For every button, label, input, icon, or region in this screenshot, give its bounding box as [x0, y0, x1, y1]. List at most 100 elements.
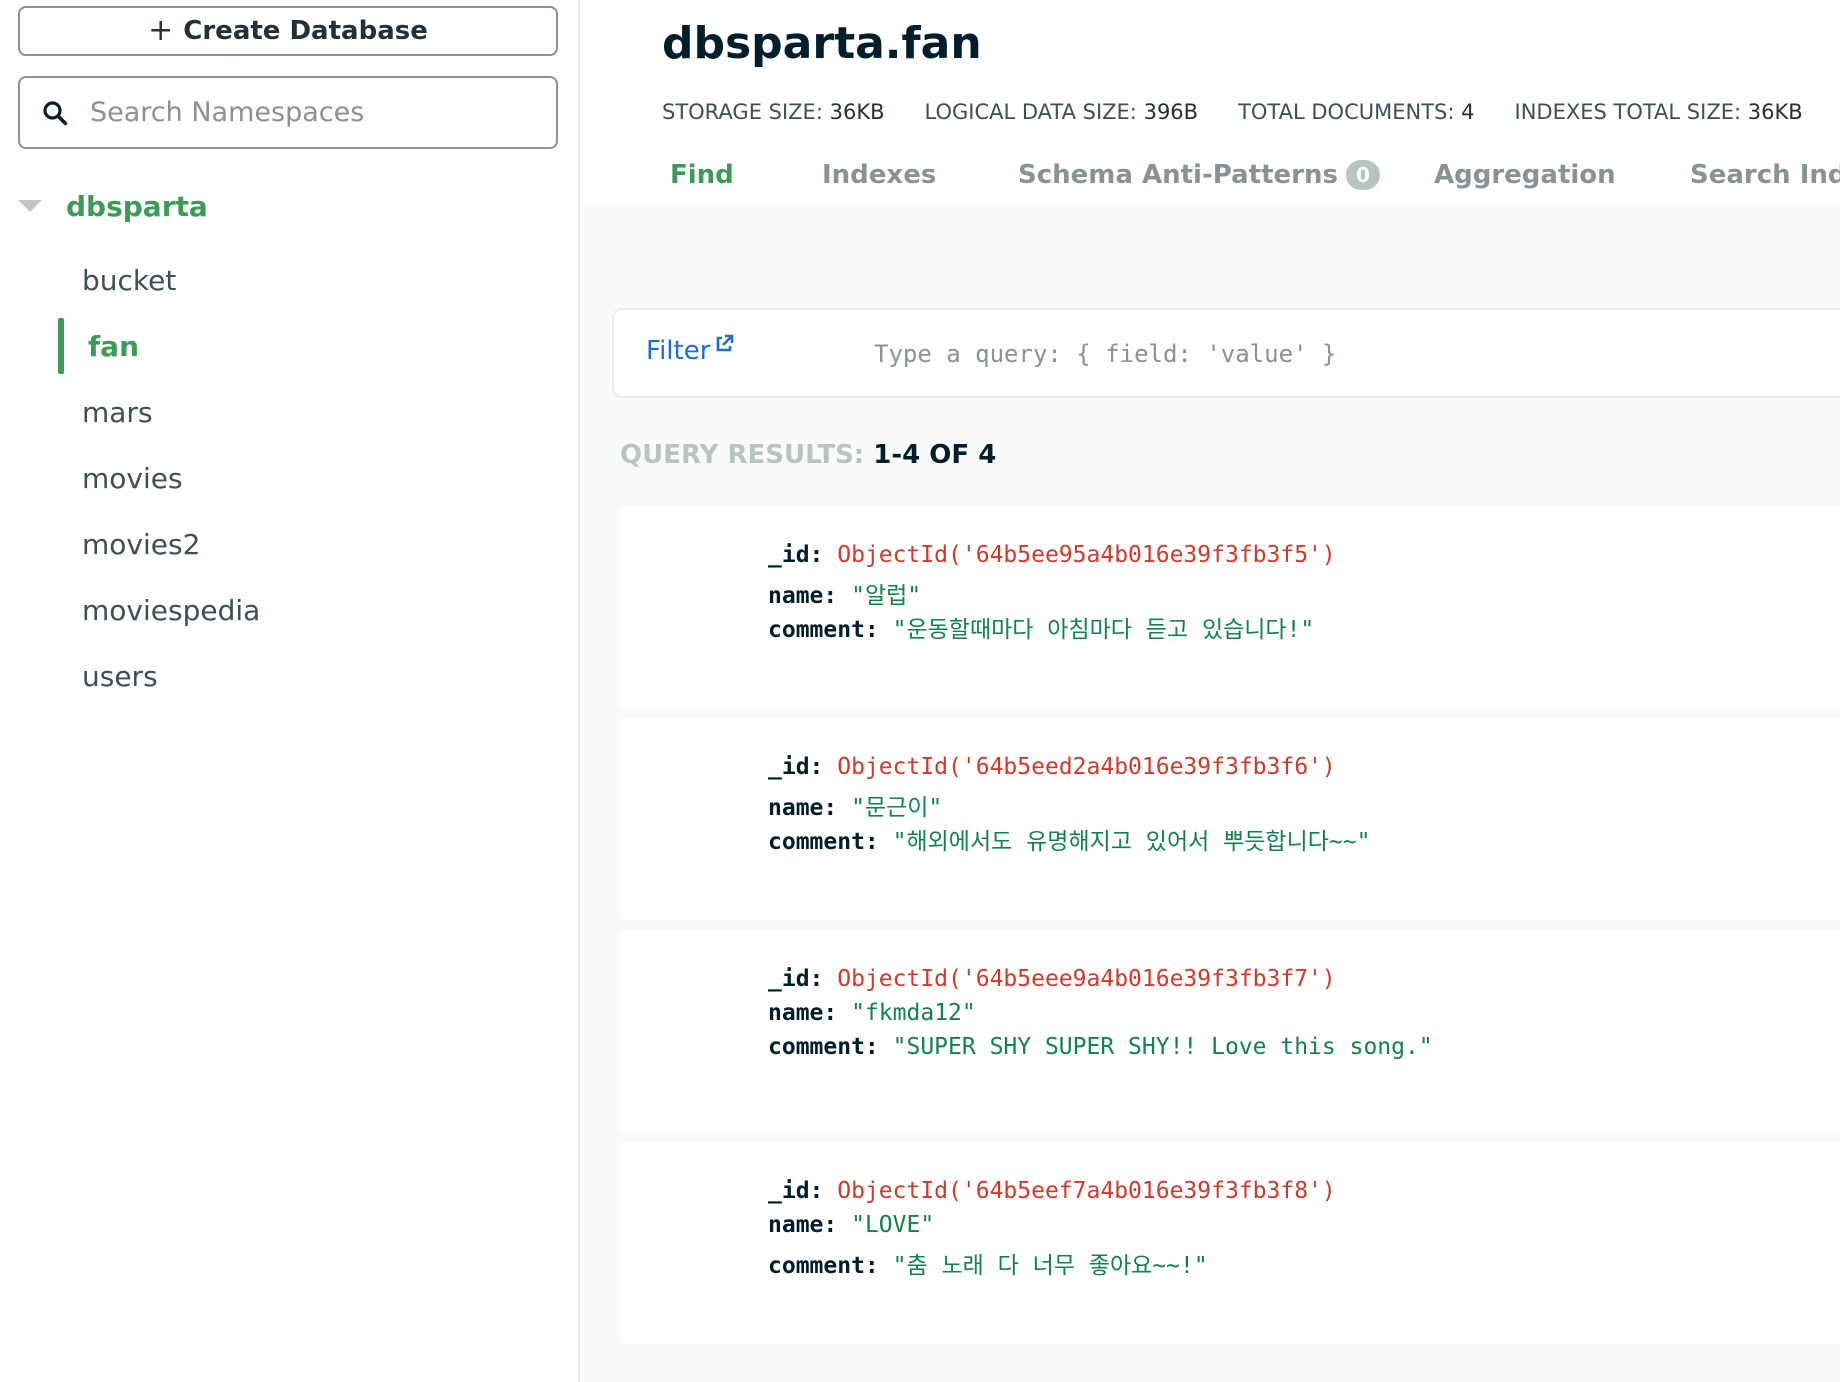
stat-logical-data-size: LOGICAL DATA SIZE: 396B	[925, 100, 1199, 124]
stat-value: 4	[1461, 100, 1475, 124]
count-badge: 0	[1345, 160, 1380, 190]
field-key: name:	[768, 1212, 838, 1238]
field-key: _id:	[768, 754, 824, 780]
stat-total-documents: TOTAL DOCUMENTS: 4	[1238, 100, 1474, 124]
document-card[interactable]: _id: ObjectId('64b5eef7a4b016e39f3fb3f8'…	[620, 1142, 1840, 1344]
stat-storage-size: STORAGE SIZE: 36KB	[662, 100, 885, 124]
string-value: "LOVE"	[851, 1212, 935, 1238]
sidebar: + Create Database dbsparta bucket fan ma…	[0, 0, 580, 1382]
tab-aggregation[interactable]: Aggregation	[1434, 160, 1616, 190]
create-database-button[interactable]: + Create Database	[18, 6, 558, 56]
document-card[interactable]: _id: ObjectId('64b5ee95a4b016e39f3fb3f5'…	[620, 506, 1840, 708]
tab-bar: Find Indexes Schema Anti-Patterns 0 Aggr…	[582, 160, 1840, 204]
field-key: _id:	[768, 542, 824, 568]
objectid-value: ObjectId('64b5eed2a4b016e39f3fb3f6')	[837, 754, 1336, 780]
filter-query-input[interactable]	[874, 340, 1774, 368]
field-name: name: "문근이"	[768, 788, 942, 822]
collection-label: mars	[82, 395, 153, 429]
tab-label: Indexes	[822, 160, 937, 190]
document-card[interactable]: _id: ObjectId('64b5eee9a4b016e39f3fb3f7'…	[620, 930, 1840, 1132]
sidebar-item-moviespedia[interactable]: moviespedia	[58, 582, 558, 638]
field-id: _id: ObjectId('64b5eee9a4b016e39f3fb3f7'…	[768, 966, 1336, 992]
stat-label: INDEXES TOTAL SIZE:	[1514, 100, 1742, 124]
string-value: "운동할때마다 아침마다 듣고 있습니다!"	[892, 617, 1315, 643]
create-database-label: Create Database	[183, 16, 428, 46]
field-comment: comment: "춤 노래 다 너무 좋아요~~!"	[768, 1246, 1208, 1280]
field-key: comment:	[768, 829, 879, 855]
field-key: comment:	[768, 1253, 879, 1279]
field-id: _id: ObjectId('64b5eef7a4b016e39f3fb3f8'…	[768, 1178, 1336, 1204]
string-value: "알럽"	[851, 583, 922, 609]
collection-label: movies	[82, 461, 183, 495]
collection-label: fan	[88, 329, 140, 363]
collection-label: bucket	[82, 263, 177, 297]
tab-schema-anti-patterns[interactable]: Schema Anti-Patterns 0	[1018, 160, 1380, 190]
caret-down-icon[interactable]	[18, 200, 42, 212]
field-id: _id: ObjectId('64b5eed2a4b016e39f3fb3f6'…	[768, 754, 1336, 780]
search-namespaces-box[interactable]	[18, 76, 558, 149]
objectid-value: ObjectId('64b5eee9a4b016e39f3fb3f7')	[837, 966, 1336, 992]
stat-value: 396B	[1143, 100, 1199, 124]
field-name: name: "알럽"	[768, 576, 921, 610]
field-key: name:	[768, 795, 838, 821]
sidebar-item-movies[interactable]: movies	[58, 450, 558, 506]
plus-icon: +	[148, 13, 174, 48]
string-value: "춤 노래 다 너무 좋아요~~!"	[892, 1253, 1208, 1279]
tab-find[interactable]: Find	[670, 160, 734, 190]
string-value: "문근이"	[851, 795, 943, 821]
filter-link[interactable]: Filter	[646, 334, 734, 366]
filter-label: Filter	[646, 336, 711, 366]
field-key: _id:	[768, 966, 824, 992]
external-link-icon	[717, 334, 734, 352]
stat-label: TOTAL DOCUMENTS:	[1238, 100, 1455, 124]
string-value: "fkmda12"	[851, 1000, 976, 1026]
field-comment: comment: "SUPER SHY SUPER SHY!! Love thi…	[768, 1034, 1433, 1060]
field-key: name:	[768, 583, 838, 609]
sidebar-item-bucket[interactable]: bucket	[58, 252, 558, 308]
tab-label: Schema Anti-Patterns	[1018, 160, 1338, 190]
field-comment: comment: "운동할때마다 아침마다 듣고 있습니다!"	[768, 610, 1314, 644]
search-namespaces-input[interactable]	[90, 97, 530, 128]
field-name: name: "fkmda12"	[768, 1000, 976, 1026]
query-results-summary: QUERY RESULTS: 1-4 OF 4	[620, 440, 996, 470]
sidebar-item-fan[interactable]: fan	[58, 318, 558, 374]
field-key: name:	[768, 1000, 838, 1026]
results-label: QUERY RESULTS:	[620, 440, 865, 470]
collection-label: moviespedia	[82, 593, 261, 627]
sidebar-item-mars[interactable]: mars	[58, 384, 558, 440]
field-key: _id:	[768, 1178, 824, 1204]
tab-label: Search Inde	[1690, 160, 1840, 190]
stat-label: LOGICAL DATA SIZE:	[924, 100, 1137, 124]
tab-label: Find	[670, 160, 734, 190]
objectid-value: ObjectId('64b5eef7a4b016e39f3fb3f8')	[837, 1178, 1336, 1204]
tab-indexes[interactable]: Indexes	[822, 160, 936, 190]
stat-value: 36KB	[1747, 100, 1803, 124]
stat-indexes-total-size: INDEXES TOTAL SIZE: 36KB	[1515, 100, 1803, 124]
sidebar-item-movies2[interactable]: movies2	[58, 516, 558, 572]
database-dbsparta[interactable]: dbsparta	[18, 186, 208, 226]
page-title: dbsparta.fan	[662, 18, 982, 69]
database-name: dbsparta	[66, 189, 208, 223]
field-id: _id: ObjectId('64b5ee95a4b016e39f3fb3f5'…	[768, 542, 1336, 568]
string-value: "SUPER SHY SUPER SHY!! Love this song."	[892, 1034, 1433, 1060]
field-comment: comment: "해외에서도 유명해지고 있어서 뿌듯합니다~~"	[768, 822, 1370, 856]
stat-value: 36KB	[829, 100, 885, 124]
collection-label: movies2	[82, 527, 201, 561]
stat-label: STORAGE SIZE:	[662, 100, 823, 124]
collection-label: users	[82, 659, 158, 693]
tab-search-indexes[interactable]: Search Inde	[1690, 160, 1840, 190]
query-filter-bar: Filter	[612, 308, 1840, 398]
sidebar-item-users[interactable]: users	[58, 648, 558, 704]
field-key: comment:	[768, 617, 879, 643]
results-range: 1-4 OF 4	[873, 440, 997, 470]
string-value: "해외에서도 유명해지고 있어서 뿌듯합니다~~"	[892, 829, 1371, 855]
objectid-value: ObjectId('64b5ee95a4b016e39f3fb3f5')	[837, 542, 1336, 568]
document-card[interactable]: _id: ObjectId('64b5eed2a4b016e39f3fb3f6'…	[620, 718, 1840, 920]
field-name: name: "LOVE"	[768, 1212, 934, 1238]
search-icon	[43, 100, 68, 125]
field-key: comment:	[768, 1034, 879, 1060]
collection-header: dbsparta.fan STORAGE SIZE: 36KB LOGICAL …	[582, 0, 1840, 204]
collection-stats: STORAGE SIZE: 36KB LOGICAL DATA SIZE: 39…	[662, 100, 1840, 124]
tab-label: Aggregation	[1434, 160, 1616, 190]
main-panel: dbsparta.fan STORAGE SIZE: 36KB LOGICAL …	[582, 0, 1840, 1382]
